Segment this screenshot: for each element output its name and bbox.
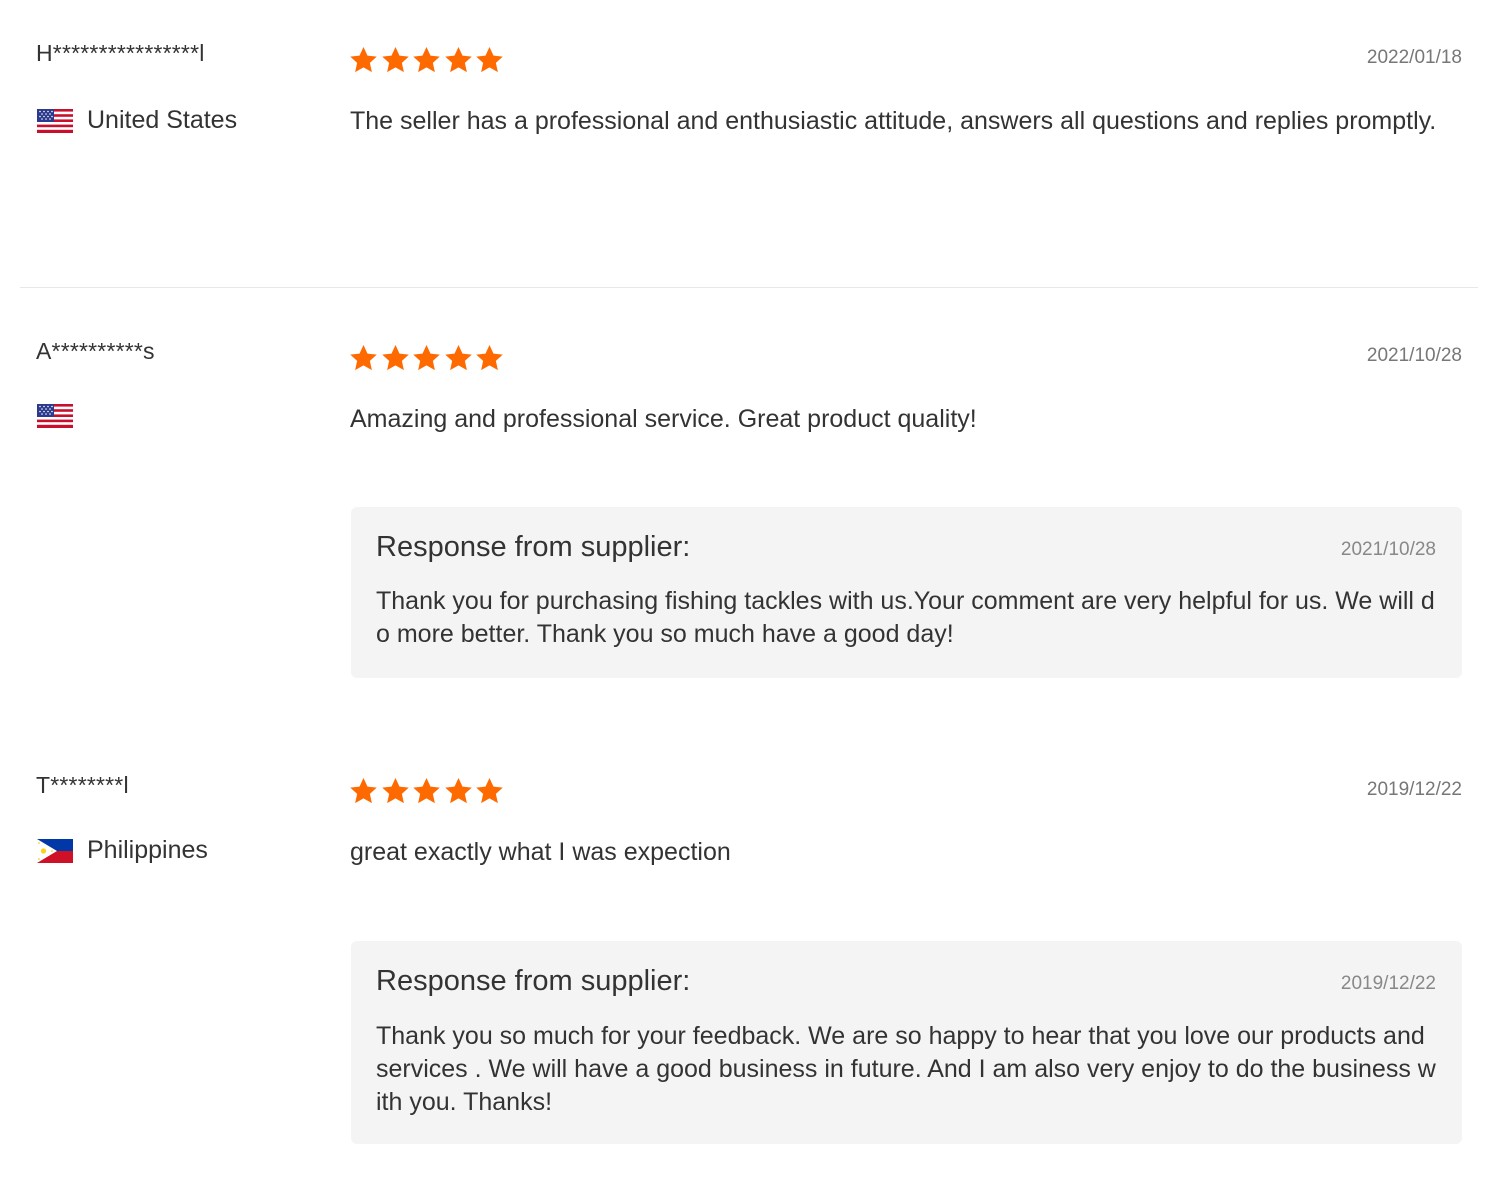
star-icon — [348, 343, 379, 373]
response-title: Response from supplier: — [376, 965, 691, 997]
rating-stars — [348, 45, 506, 75]
us-flag-icon — [37, 109, 73, 133]
star-icon — [411, 45, 442, 75]
star-icon — [380, 776, 411, 806]
ph-flag-icon — [37, 839, 73, 863]
star-icon — [443, 343, 474, 373]
review-text: The seller has a professional and enthus… — [350, 107, 1437, 135]
review-divider — [20, 287, 1478, 288]
star-icon — [348, 776, 379, 806]
country-name: Philippines — [87, 836, 208, 864]
star-icon — [474, 343, 505, 373]
response-title: Response from supplier: — [376, 531, 691, 563]
star-icon — [348, 45, 379, 75]
review-text: great exactly what I was expection — [350, 838, 731, 866]
star-icon — [411, 343, 442, 373]
reviewer-name: T********l — [36, 772, 129, 798]
rating-stars — [348, 343, 506, 373]
reviewer-name: A**********s — [36, 338, 155, 364]
reviewer-country: Philippines — [37, 836, 208, 865]
supplier-response: Response from supplier: 2021/10/28 Thank… — [351, 507, 1462, 678]
response-text: Thank you for purchasing fishing tackles… — [376, 587, 1435, 648]
star-icon — [474, 776, 505, 806]
star-icon — [443, 776, 474, 806]
rating-stars — [348, 776, 506, 806]
supplier-response: Response from supplier: 2019/12/22 Thank… — [351, 941, 1462, 1144]
us-flag-icon — [37, 404, 73, 428]
reviewer-country — [37, 404, 87, 428]
star-icon — [411, 776, 442, 806]
response-text: Thank you so much for your feedback. We … — [376, 1022, 1436, 1116]
star-icon — [443, 45, 474, 75]
star-icon — [474, 45, 505, 75]
reviewer-name: H****************l — [36, 40, 205, 66]
review-date: 2019/12/22 — [1366, 779, 1462, 800]
review-date: 2021/10/28 — [1366, 345, 1462, 366]
review-date: 2022/01/18 — [1366, 47, 1462, 68]
star-icon — [380, 343, 411, 373]
reviewer-country: United States — [37, 106, 237, 135]
star-icon — [380, 45, 411, 75]
review-text: Amazing and professional service. Great … — [350, 405, 977, 433]
response-date: 2019/12/22 — [1340, 973, 1436, 994]
response-date: 2021/10/28 — [1340, 539, 1436, 560]
country-name: United States — [87, 106, 238, 134]
